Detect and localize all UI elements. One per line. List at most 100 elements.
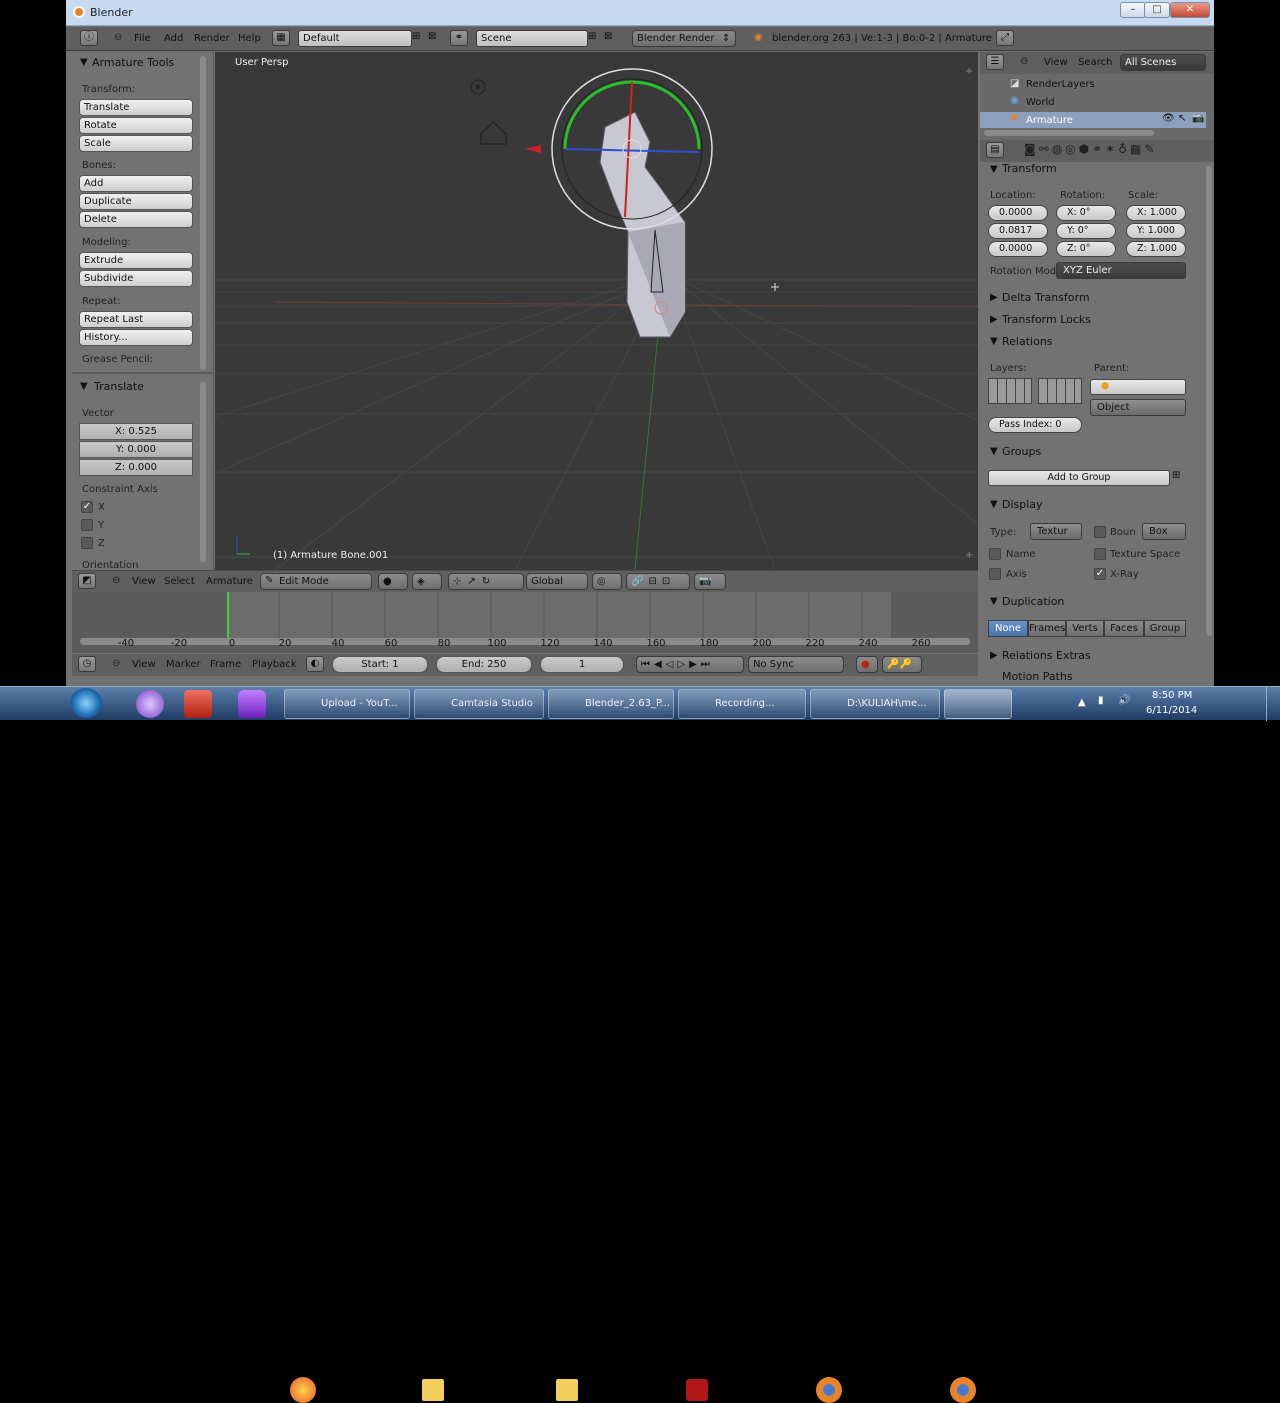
scale-x-field[interactable]: X: 1.000 — [1126, 205, 1186, 221]
add-group-plus-icon[interactable]: ⊞ — [1172, 470, 1180, 481]
menu-view[interactable]: View — [1044, 57, 1068, 68]
render-engine-dropdown[interactable]: Blender Render — [632, 30, 736, 47]
panel-toggle-icon[interactable]: + — [965, 66, 973, 77]
delete-button[interactable]: Delete — [79, 211, 193, 228]
timeline-editor[interactable]: -40 -20 0 20 40 60 80 100 120 140 160 180 200 220 240 2… — [72, 592, 978, 653]
display-type-dropdown[interactable]: Textur — [1030, 523, 1082, 540]
display-panel[interactable]: Display — [1002, 498, 1043, 511]
location-z-field[interactable]: 0.0000 — [988, 241, 1048, 257]
add-scene-icon[interactable]: ⊞ — [588, 31, 596, 42]
start-button[interactable] — [70, 688, 102, 718]
maximize-button[interactable]: □ — [1144, 2, 1170, 18]
add-to-group-button[interactable]: Add to Group — [988, 470, 1170, 486]
toolshelf-scrollbar[interactable] — [200, 56, 206, 370]
taskbar-item-upload[interactable]: Upload - YouT... — [284, 689, 410, 719]
playback-controls[interactable]: ⏮◀◁▷▶⏭ — [636, 656, 744, 673]
clock-time[interactable]: 8:50 PM — [1152, 690, 1192, 701]
properties-scrollbar[interactable] — [1206, 166, 1212, 636]
bound-type-dropdown[interactable]: Box — [1142, 523, 1186, 540]
transform-orientation-dropdown[interactable]: Global — [526, 573, 588, 590]
menu-frame[interactable]: Frame — [210, 659, 241, 670]
end-frame-field[interactable]: End: 250 — [436, 656, 532, 673]
minimize-button[interactable]: – — [1120, 2, 1146, 18]
location-x-field[interactable]: 0.0000 — [988, 205, 1048, 221]
xray-checkbox[interactable]: ✓ — [1094, 568, 1106, 580]
scale-button[interactable]: Scale — [79, 135, 193, 152]
scene-icon[interactable]: ⚭ — [450, 30, 468, 46]
preview-range-icon[interactable]: ◐ — [306, 656, 324, 672]
scenes-dropdown[interactable]: All Scenes — [1120, 54, 1206, 71]
collapse-icon[interactable]: ⊖ — [114, 32, 122, 43]
location-y-field[interactable]: 0.0817 — [988, 223, 1048, 239]
taskbar-item-camtasia[interactable]: Camtasia Studio — [414, 689, 544, 719]
outliner-hscrollbar[interactable] — [984, 130, 1154, 136]
3d-viewport[interactable]: User Persp (1) Armature Bone.001 + + — [215, 52, 978, 570]
outliner-item-world[interactable]: World — [1026, 97, 1055, 108]
transform-locks-panel[interactable]: Transform Locks — [1002, 313, 1091, 326]
scene-field[interactable]: Scene — [476, 30, 588, 47]
sync-dropdown[interactable]: No Sync — [748, 656, 844, 673]
timeline-editor-type-icon[interactable]: ◷ — [78, 656, 96, 672]
menu-marker[interactable]: Marker — [166, 659, 201, 670]
delta-transform-panel[interactable]: Delta Transform — [1002, 291, 1090, 304]
record-button[interactable]: ● — [856, 656, 878, 673]
add-bone-button[interactable]: Add — [79, 175, 193, 192]
rotation-x-field[interactable]: X: 0° — [1056, 205, 1116, 221]
start-frame-field[interactable]: Start: 1 — [332, 656, 428, 673]
layers-grid-b[interactable] — [1038, 378, 1082, 404]
show-desktop-button[interactable] — [1266, 687, 1280, 721]
taskbar-item-blender-folder[interactable]: Blender_2.63_P... — [548, 689, 674, 719]
menu-armature[interactable]: Armature — [206, 576, 253, 587]
duplication-tab-group[interactable]: Group — [1144, 620, 1186, 637]
vector-z-field[interactable]: Z: 0.000 — [79, 459, 193, 476]
manipulator-toggles[interactable]: ⊹↗↻ — [448, 573, 524, 590]
duplication-tab-frames[interactable]: Frames — [1028, 620, 1066, 637]
menu-add[interactable]: Add — [164, 33, 183, 44]
vector-x-field[interactable]: X: 0.525 — [79, 423, 193, 440]
keying-set-icons[interactable]: 🔑🔑 — [882, 656, 922, 673]
collapse-icon[interactable]: ⊖ — [112, 575, 120, 586]
vector-y-field[interactable]: Y: 0.000 — [79, 441, 193, 458]
taskbar-item-recording[interactable]: Recording... — [678, 689, 806, 719]
collapse-icon[interactable]: ⊖ — [1020, 56, 1028, 67]
axis-checkbox[interactable] — [989, 568, 1001, 580]
scale-y-field[interactable]: Y: 1.000 — [1126, 223, 1186, 239]
proportional-dropdown[interactable]: ◎ — [592, 573, 622, 590]
extrude-button[interactable]: Extrude — [79, 252, 193, 269]
relations-panel[interactable]: Relations — [1002, 335, 1053, 348]
collapse-icon[interactable]: ⊖ — [112, 658, 120, 669]
operator-scrollbar[interactable] — [200, 382, 206, 562]
menu-search[interactable]: Search — [1078, 57, 1112, 68]
menu-render[interactable]: Render — [194, 33, 230, 44]
current-frame-field[interactable]: 1 — [540, 656, 624, 673]
duplication-tab-verts[interactable]: Verts — [1066, 620, 1104, 637]
close-button[interactable]: ✕ — [1170, 2, 1210, 18]
book-app-icon[interactable] — [184, 690, 212, 718]
purple-app-icon[interactable] — [238, 690, 266, 718]
x-arrow-icon[interactable] — [525, 145, 541, 153]
render-camera-icon[interactable]: 📷 — [1192, 113, 1204, 124]
camera-icon[interactable] — [480, 121, 507, 145]
repeat-last-button[interactable]: Repeat Last — [79, 311, 193, 328]
duplication-tab-faces[interactable]: Faces — [1104, 620, 1144, 637]
outliner-editor-type-icon[interactable]: ☰ — [986, 54, 1004, 70]
duplicate-button[interactable]: Duplicate — [79, 193, 193, 210]
rotation-y-field[interactable]: Y: 0° — [1056, 223, 1116, 239]
visibility-eye-icon[interactable]: 👁 — [1162, 113, 1175, 124]
properties-editor-type-icon[interactable]: ▤ — [986, 142, 1004, 158]
parent-field[interactable]: ⬢ — [1090, 379, 1186, 395]
history-button[interactable]: History... — [79, 329, 193, 346]
rotation-z-field[interactable]: Z: 0° — [1056, 241, 1116, 257]
armature-tools-title[interactable]: Armature Tools — [80, 56, 174, 69]
duplication-panel[interactable]: Duplication — [1002, 595, 1064, 608]
network-icon[interactable]: ▮ — [1098, 695, 1104, 706]
translate-button[interactable]: Translate — [79, 99, 193, 116]
constraint-z-checkbox[interactable] — [81, 537, 93, 549]
menu-view[interactable]: View — [132, 576, 156, 587]
pass-index-field[interactable]: Pass Index: 0 — [988, 417, 1082, 433]
parent-type-dropdown[interactable]: Object — [1090, 399, 1186, 416]
mode-dropdown[interactable]: Edit Mode — [260, 573, 372, 590]
menu-view[interactable]: View — [132, 659, 156, 670]
bound-checkbox[interactable] — [1094, 526, 1106, 538]
transform-panel-title[interactable]: Transform — [1002, 162, 1057, 175]
